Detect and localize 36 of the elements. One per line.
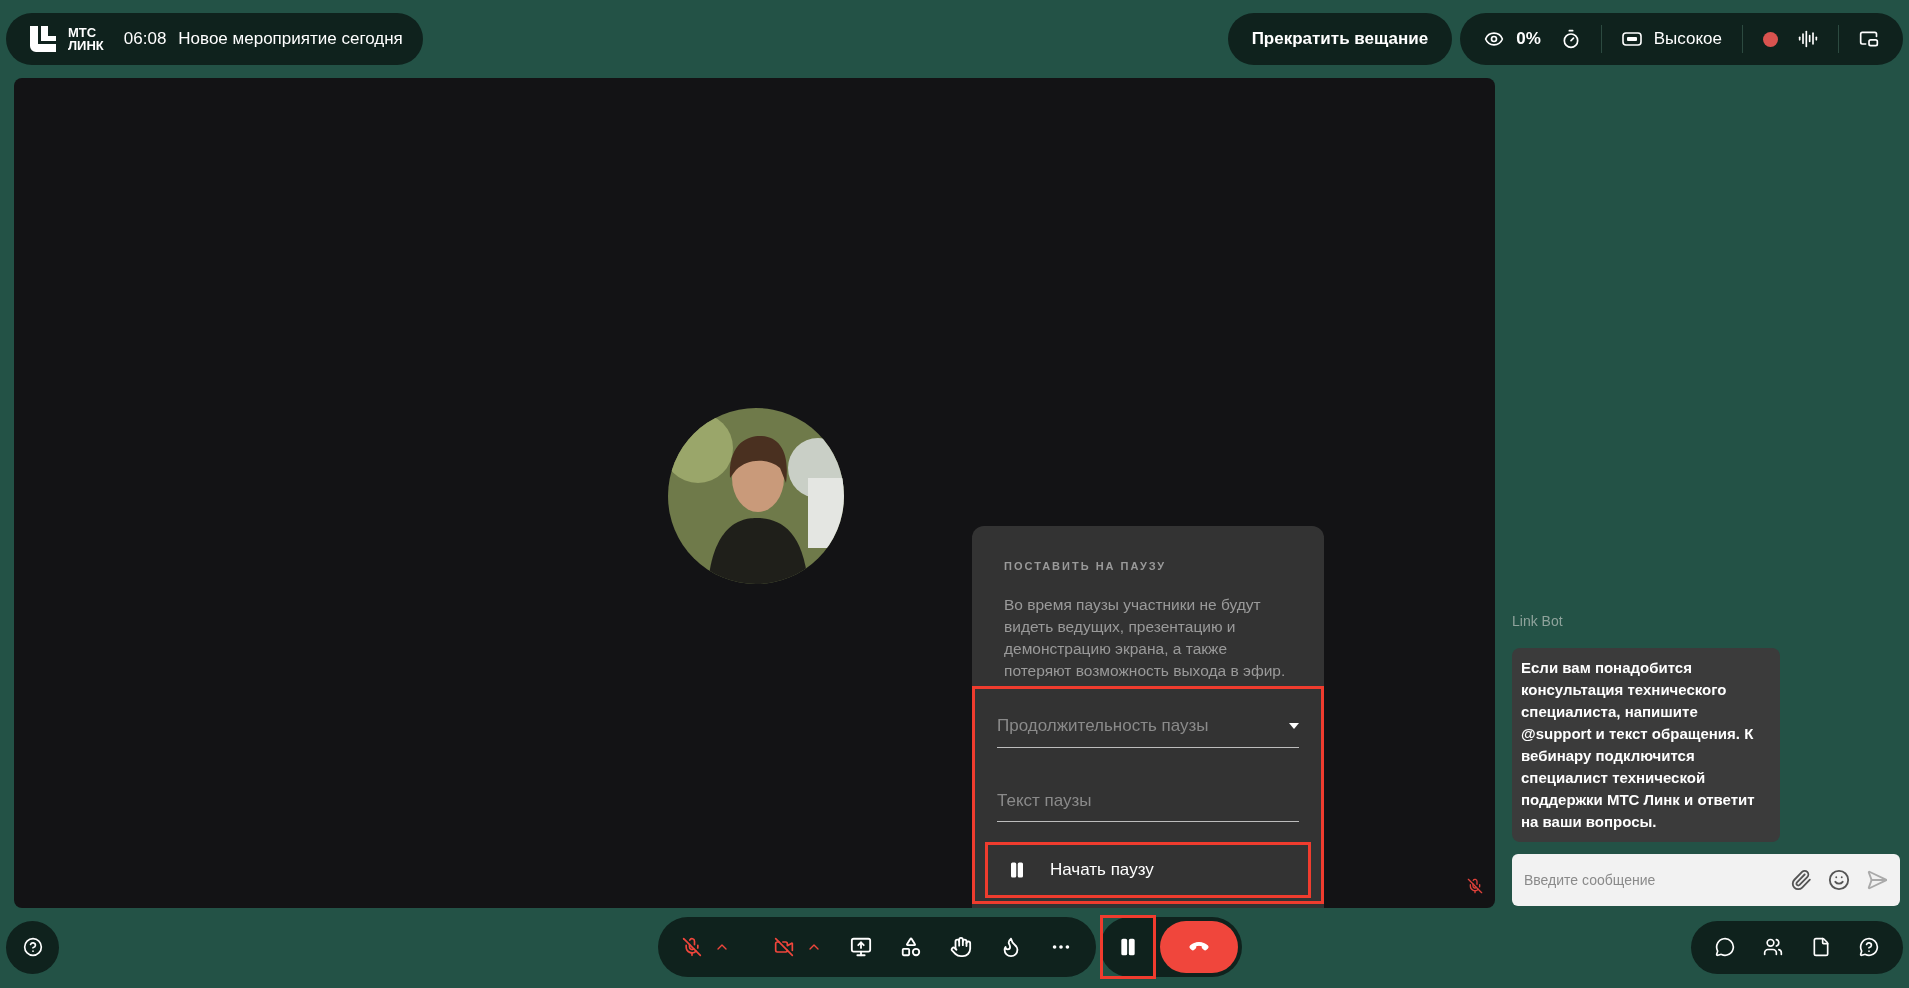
shapes-icon[interactable]: [900, 936, 922, 958]
viewers-percent: 0%: [1516, 28, 1541, 51]
pause-button[interactable]: [1100, 915, 1156, 979]
users-icon[interactable]: [1763, 937, 1783, 957]
picture-in-picture-icon[interactable]: [1859, 29, 1879, 49]
start-pause-button[interactable]: Начать паузу: [985, 842, 1311, 898]
help-button[interactable]: [6, 920, 59, 974]
popup-description: Во время паузы участники не будут видеть ведущих, презентацию и демонстрацию экрана, а также потеряют возможность выхода в эфир.: [1003, 595, 1287, 681]
help-icon: [22, 937, 43, 957]
pause-icon: [1008, 861, 1026, 879]
audio-lines-icon[interactable]: [1798, 29, 1818, 49]
chat-icon[interactable]: [1715, 937, 1735, 957]
eye-icon: [1484, 29, 1505, 49]
hd-icon: [1621, 32, 1642, 46]
pause-icon: [1118, 937, 1138, 957]
camera-off-icon[interactable]: [774, 937, 794, 957]
emoji-icon[interactable]: [1828, 869, 1850, 891]
logo-icon: [30, 26, 56, 52]
help-icon[interactable]: [1859, 937, 1879, 957]
hand-icon[interactable]: [950, 936, 972, 958]
logo-text: МТС ЛИНК: [68, 26, 104, 52]
chat-sender: Link Bot: [1512, 612, 1564, 631]
stop-broadcast-button[interactable]: Прекратить вещание: [1227, 13, 1453, 65]
quality-label[interactable]: Высокое: [1653, 26, 1722, 52]
event-time: 06:08: [123, 28, 167, 51]
chat-message: Если вам понадобится консультация технического специалиста, напишите @support и текст обращения. К вебинару подключится специалист технической поддержки МТС Линк и ответит на ваши вопросы.: [1512, 648, 1780, 842]
pause-text-field[interactable]: Текст паузы: [997, 787, 1299, 822]
muted-mic-icon[interactable]: [682, 937, 702, 957]
duration-select[interactable]: Продолжительность паузы: [997, 713, 1299, 748]
file-icon[interactable]: [1811, 937, 1831, 957]
attach-icon[interactable]: [1790, 869, 1812, 891]
end-call-button[interactable]: [1160, 921, 1238, 973]
popup-title: ПОСТАВИТЬ НА ПАУЗУ: [1003, 558, 1168, 574]
event-title: Новое мероприятие сегодня: [178, 28, 403, 51]
dropdown-caret-icon: [1289, 722, 1299, 729]
screen-share-icon[interactable]: [850, 936, 872, 958]
